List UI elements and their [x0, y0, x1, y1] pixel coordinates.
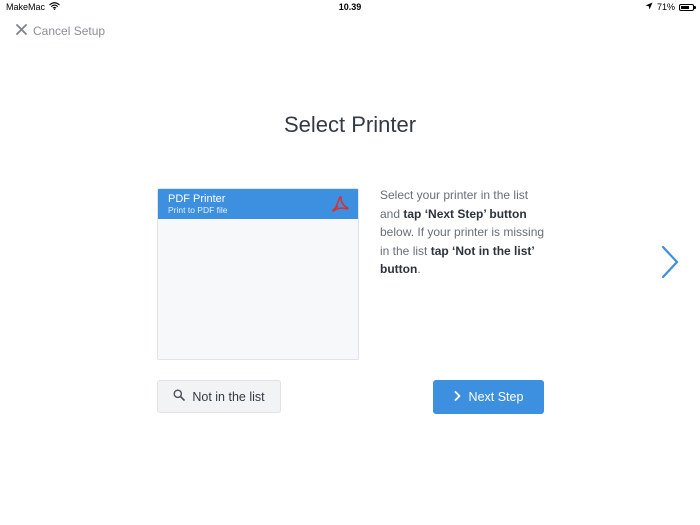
- chevron-right-icon: [454, 390, 461, 404]
- printer-description: Print to PDF file: [168, 205, 228, 215]
- next-page-arrow[interactable]: [660, 245, 680, 279]
- acrobat-pdf-icon: [330, 194, 350, 214]
- battery-level: [681, 5, 689, 9]
- chevron-right-icon: [661, 245, 679, 279]
- battery-percent: 71%: [656, 2, 675, 12]
- cancel-setup-button[interactable]: Cancel Setup: [16, 24, 105, 38]
- select-printer-screen: MakeMac 10.39 71% Cancel Setup Select Pr…: [0, 0, 700, 525]
- printer-name: PDF Printer: [168, 193, 226, 205]
- status-time: 10.39: [338, 2, 362, 12]
- printer-item-pdf-printer[interactable]: PDF Printer Print to PDF file: [158, 189, 358, 219]
- battery-icon: [679, 3, 696, 11]
- next-step-label: Next Step: [468, 390, 524, 404]
- status-bar: MakeMac 10.39 71%: [0, 0, 700, 16]
- location-arrow-icon: [645, 2, 653, 12]
- search-icon: [173, 389, 186, 404]
- instructions-part-3: .: [417, 262, 421, 276]
- not-in-list-label: Not in the list: [192, 389, 265, 404]
- next-step-button[interactable]: Next Step: [433, 380, 544, 414]
- close-icon: [16, 24, 27, 38]
- cancel-setup-label: Cancel Setup: [33, 24, 106, 38]
- instructions-bold-next-step: tap ‘Next Step’ button: [403, 206, 527, 221]
- instructions-text: Select your printer in the list and tap …: [380, 186, 550, 279]
- page-title: Select Printer: [283, 112, 417, 137]
- not-in-list-button[interactable]: Not in the list: [157, 380, 281, 413]
- status-bar-right: 71%: [645, 2, 696, 12]
- printer-list[interactable]: PDF Printer Print to PDF file: [157, 188, 359, 360]
